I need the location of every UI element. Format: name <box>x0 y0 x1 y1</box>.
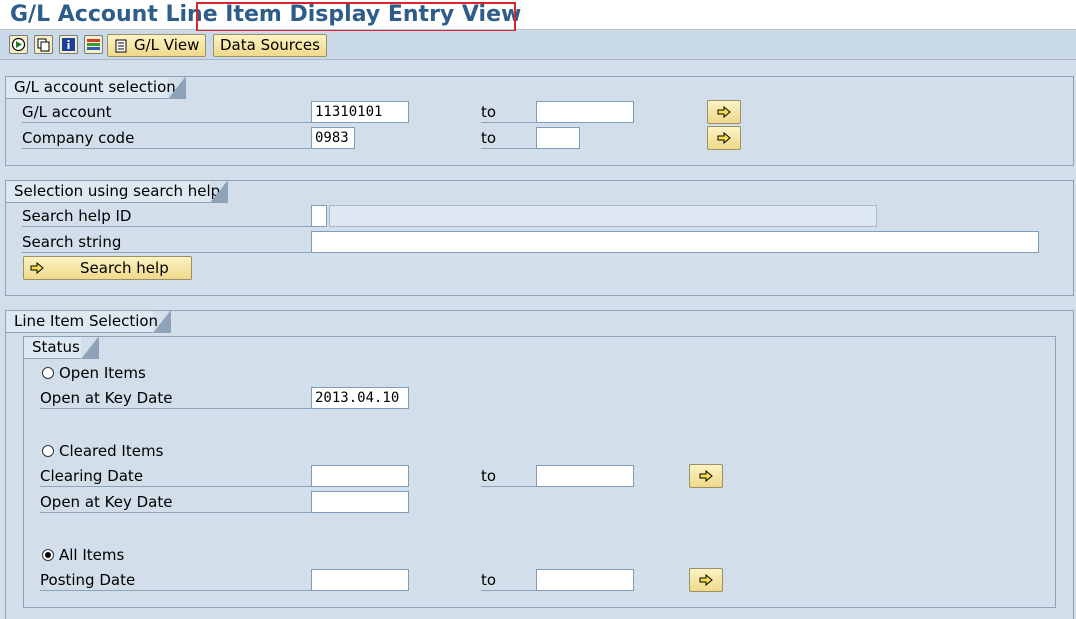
copy-icon[interactable] <box>34 35 53 54</box>
data-sources-label: Data Sources <box>220 36 320 54</box>
clearing-date-field[interactable] <box>311 465 409 487</box>
data-sources-button[interactable]: Data Sources <box>213 34 327 57</box>
cleared-items-label: Cleared Items <box>59 442 164 460</box>
status-group: Status Open Items Open at Key Date 2013.… <box>23 336 1056 608</box>
arrow-right-icon <box>717 106 731 118</box>
posting-date-to-field[interactable] <box>536 569 634 591</box>
open-items-radio[interactable] <box>42 367 54 379</box>
search-help-title: Selection using search help <box>5 180 220 203</box>
arrow-right-icon <box>30 262 44 274</box>
search-help-group: Selection using search help Search help … <box>5 180 1074 296</box>
info-icon[interactable] <box>59 35 78 54</box>
clearing-date-to-label: to <box>481 465 536 487</box>
company-code-to-field[interactable] <box>536 127 580 149</box>
posting-date-label: Posting Date <box>40 569 315 591</box>
execute-icon[interactable] <box>9 35 28 54</box>
open-items-label: Open Items <box>59 364 146 382</box>
gl-account-to-field[interactable] <box>536 101 634 123</box>
cleared-open-key-date-label: Open at Key Date <box>40 491 315 513</box>
arrow-right-icon <box>699 574 713 586</box>
layout-icon[interactable] <box>84 35 103 54</box>
company-code-multiple-selection-button[interactable] <box>707 126 741 150</box>
clearing-date-to-field[interactable] <box>536 465 634 487</box>
company-code-label: Company code <box>22 127 315 149</box>
line-item-selection-group: Line Item Selection Status Open Items Op… <box>5 310 1074 619</box>
clearing-date-multiple-selection-button[interactable] <box>689 464 723 488</box>
search-string-field[interactable] <box>311 231 1039 253</box>
gl-account-multiple-selection-button[interactable] <box>707 100 741 124</box>
arrow-right-icon <box>699 470 713 482</box>
clearing-date-label: Clearing Date <box>40 465 315 487</box>
gl-view-label: G/L View <box>134 36 200 54</box>
document-icon <box>115 39 127 52</box>
search-help-id-label: Search help ID <box>22 205 315 227</box>
posting-date-multiple-selection-button[interactable] <box>689 568 723 592</box>
gl-account-field[interactable]: 11310101 <box>311 101 409 123</box>
gl-account-label: G/L account <box>22 101 315 123</box>
search-help-id-description <box>329 205 877 227</box>
search-help-button-label: Search help <box>80 259 169 277</box>
open-key-date-field[interactable]: 2013.04.10 <box>311 387 409 409</box>
company-code-to-label: to <box>481 127 536 149</box>
open-key-date-label: Open at Key Date <box>40 387 315 409</box>
line-item-selection-title: Line Item Selection <box>5 310 158 333</box>
all-items-radio[interactable] <box>42 549 54 561</box>
status-title: Status <box>23 336 81 359</box>
gl-view-button[interactable]: G/L View <box>107 34 207 57</box>
all-items-label: All Items <box>59 546 125 564</box>
cleared-open-key-date-field[interactable] <box>311 491 409 513</box>
application-toolbar: G/L View Data Sources <box>0 31 1076 60</box>
arrow-right-icon <box>717 132 731 144</box>
cleared-items-radio[interactable] <box>42 445 54 457</box>
gl-account-selection-title: G/L account selection <box>5 76 176 99</box>
gl-account-to-label: to <box>481 101 536 123</box>
posting-date-field[interactable] <box>311 569 409 591</box>
posting-date-to-label: to <box>481 569 536 591</box>
search-help-id-field[interactable] <box>311 205 327 227</box>
gl-account-selection-group: G/L account selection G/L account 113101… <box>5 76 1074 166</box>
search-string-label: Search string <box>22 231 315 253</box>
company-code-field[interactable]: 0983 <box>311 127 355 149</box>
search-help-button[interactable]: Search help <box>23 256 192 280</box>
highlight-annotation <box>196 2 516 32</box>
